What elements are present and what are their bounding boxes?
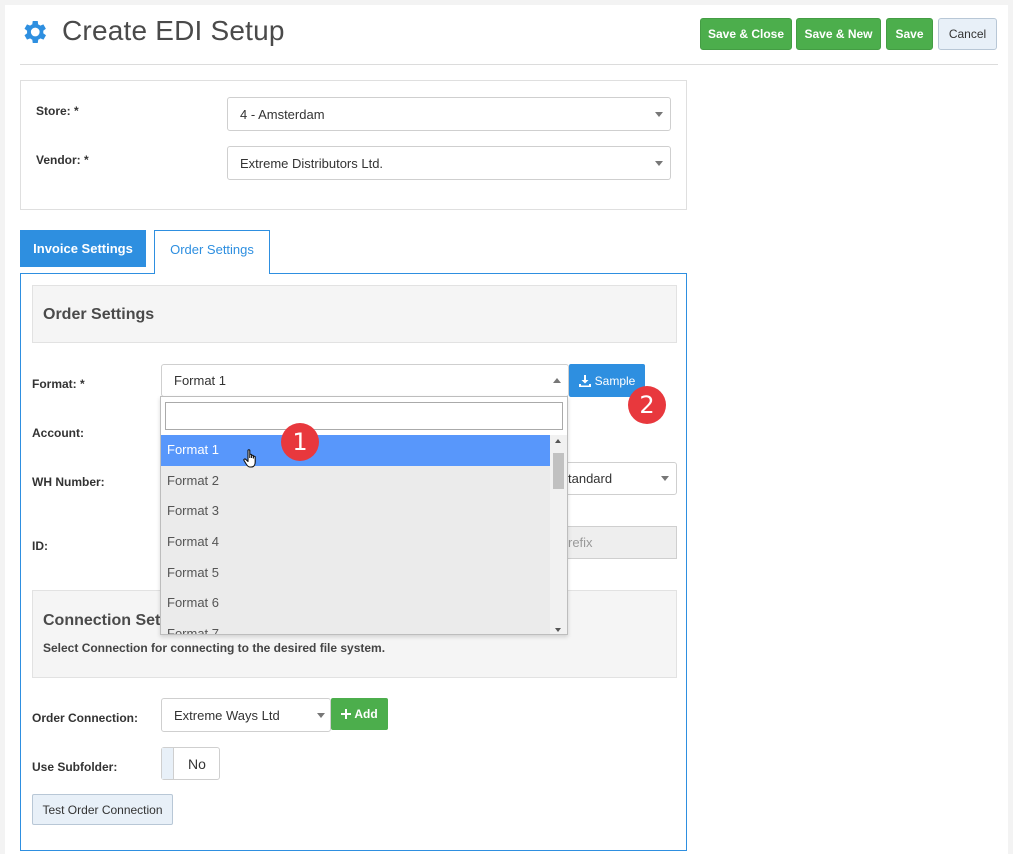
store-label: Store: * bbox=[36, 104, 79, 118]
save-button[interactable]: Save bbox=[886, 18, 933, 50]
store-vendor-panel: Store: * 4 - Amsterdam Vendor: * Extreme… bbox=[20, 80, 687, 210]
page-title: Create EDI Setup bbox=[62, 15, 285, 46]
format-option[interactable]: Format 7 bbox=[161, 619, 550, 634]
order-connection-label: Order Connection: bbox=[32, 711, 139, 725]
gear-icon bbox=[24, 21, 46, 43]
dropdown-scrollbar[interactable] bbox=[550, 435, 567, 634]
wh-number-label: WH Number: bbox=[32, 475, 105, 489]
tab-invoice-settings[interactable]: Invoice Settings bbox=[20, 230, 146, 267]
toggle-handle bbox=[162, 748, 174, 779]
chevron-down-icon bbox=[317, 713, 325, 718]
id-prefix-placeholder: refix bbox=[568, 535, 593, 550]
order-connection-select[interactable]: Extreme Ways Ltd bbox=[161, 698, 331, 732]
scrollbar-thumb[interactable] bbox=[553, 453, 564, 489]
save-new-button[interactable]: Save & New bbox=[796, 18, 881, 50]
format-option[interactable]: Format 6 bbox=[161, 588, 550, 619]
chevron-down-icon bbox=[655, 112, 663, 117]
format-option[interactable]: Format 1 bbox=[161, 435, 550, 466]
format-options-list: Format 1 Format 2 Format 3 Format 4 Form… bbox=[161, 435, 550, 634]
page: Create EDI Setup Save & Close Save & New… bbox=[5, 5, 1008, 854]
order-connection-value: Extreme Ways Ltd bbox=[174, 707, 280, 723]
sample-button-label: Sample bbox=[594, 373, 636, 388]
vendor-label: Vendor: * bbox=[36, 153, 89, 167]
plus-icon bbox=[341, 709, 352, 719]
store-select[interactable]: 4 - Amsterdam bbox=[227, 97, 671, 131]
connection-settings-title: Connection Sett bbox=[43, 612, 166, 629]
id-label: ID: bbox=[32, 539, 48, 553]
order-settings-title: Order Settings bbox=[43, 306, 155, 323]
cancel-button[interactable]: Cancel bbox=[938, 18, 997, 50]
use-subfolder-toggle[interactable]: No bbox=[161, 747, 220, 780]
use-subfolder-value: No bbox=[188, 756, 206, 772]
download-icon bbox=[578, 374, 591, 387]
chevron-down-icon bbox=[661, 476, 669, 481]
vendor-select-value: Extreme Distributors Ltd. bbox=[240, 155, 384, 171]
account-label: Account: bbox=[32, 426, 84, 440]
add-button-label: Add bbox=[354, 707, 378, 721]
scroll-up-icon[interactable] bbox=[555, 439, 561, 443]
wh-select-value: tandard bbox=[568, 471, 613, 486]
use-subfolder-label: Use Subfolder: bbox=[32, 760, 118, 774]
chevron-down-icon bbox=[655, 161, 663, 166]
format-label: Format: * bbox=[32, 377, 85, 391]
tab-order-settings[interactable]: Order Settings bbox=[154, 230, 270, 274]
format-dropdown: Format 1 Format 2 Format 3 Format 4 Form… bbox=[160, 396, 568, 635]
scroll-down-icon[interactable] bbox=[555, 628, 561, 632]
format-option[interactable]: Format 4 bbox=[161, 527, 550, 558]
annotation-badge-2: 2 bbox=[628, 386, 666, 424]
hand-cursor-icon bbox=[243, 449, 256, 468]
format-option[interactable]: Format 5 bbox=[161, 558, 550, 589]
annotation-badge-1: 1 bbox=[281, 423, 319, 461]
vendor-select[interactable]: Extreme Distributors Ltd. bbox=[227, 146, 671, 180]
add-connection-button[interactable]: Add bbox=[331, 698, 388, 730]
save-close-button[interactable]: Save & Close bbox=[700, 18, 792, 50]
test-order-connection-button[interactable]: Test Order Connection bbox=[32, 794, 173, 825]
connection-settings-subtitle: Select Connection for connecting to the … bbox=[43, 641, 386, 655]
format-select[interactable]: Format 1 bbox=[161, 364, 569, 397]
store-select-value: 4 - Amsterdam bbox=[240, 106, 325, 122]
format-option[interactable]: Format 2 bbox=[161, 466, 550, 497]
order-settings-header: Order Settings bbox=[32, 285, 677, 343]
format-search-input[interactable] bbox=[165, 402, 563, 430]
format-select-value: Format 1 bbox=[174, 373, 227, 388]
header-divider bbox=[20, 64, 998, 65]
chevron-up-icon bbox=[553, 378, 561, 383]
format-option[interactable]: Format 3 bbox=[161, 496, 550, 527]
